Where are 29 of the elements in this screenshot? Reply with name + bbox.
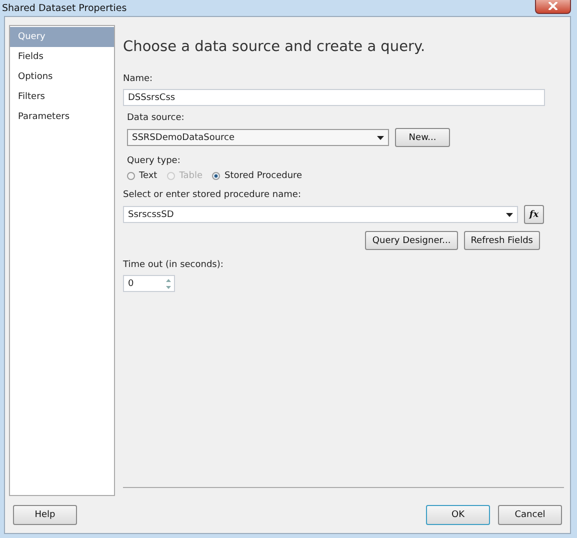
- window-title: Shared Dataset Properties: [2, 2, 127, 14]
- sidebar-item[interactable]: Options: [10, 67, 114, 88]
- data-source-dropdown[interactable]: SSRSDemoDataSource: [127, 129, 389, 146]
- field-label: Name:: [123, 74, 153, 84]
- name-field[interactable]: DSSsrsCss: [123, 89, 545, 106]
- page-heading: Choose a data source and create a query.: [123, 39, 426, 56]
- help-button[interactable]: Help: [13, 504, 77, 525]
- ok-button[interactable]: OK: [426, 504, 490, 525]
- radio-option[interactable]: Stored Procedure: [212, 171, 302, 182]
- spinner-arrows-icon: [164, 276, 173, 291]
- field-label: Data source:: [127, 113, 184, 124]
- sidebar-item[interactable]: Filters: [10, 87, 114, 108]
- field-label: Select or enter stored procedure name:: [123, 190, 301, 200]
- field-label: Query type:: [127, 156, 180, 166]
- radio-option[interactable]: Text: [127, 171, 158, 182]
- procedure-combo[interactable]: SsrscssSD: [123, 206, 518, 224]
- field-label: Time out (in seconds):: [123, 260, 224, 270]
- query-button[interactable]: Refresh Fields: [464, 231, 540, 250]
- timeout-spinner[interactable]: 0: [123, 275, 175, 292]
- sidebar-item[interactable]: Fields: [10, 47, 114, 68]
- sidebar-item[interactable]: Parameters: [10, 107, 114, 128]
- expression-button[interactable]: fx: [524, 205, 544, 224]
- query-button[interactable]: Query Designer...: [365, 231, 458, 250]
- dropdown-caret-icon: [506, 212, 513, 217]
- dropdown-caret-icon: [377, 136, 384, 140]
- cancel-button[interactable]: Cancel: [498, 504, 562, 525]
- new-button[interactable]: New...: [395, 128, 450, 148]
- close-button[interactable]: [535, 0, 571, 14]
- close-icon: [548, 2, 558, 10]
